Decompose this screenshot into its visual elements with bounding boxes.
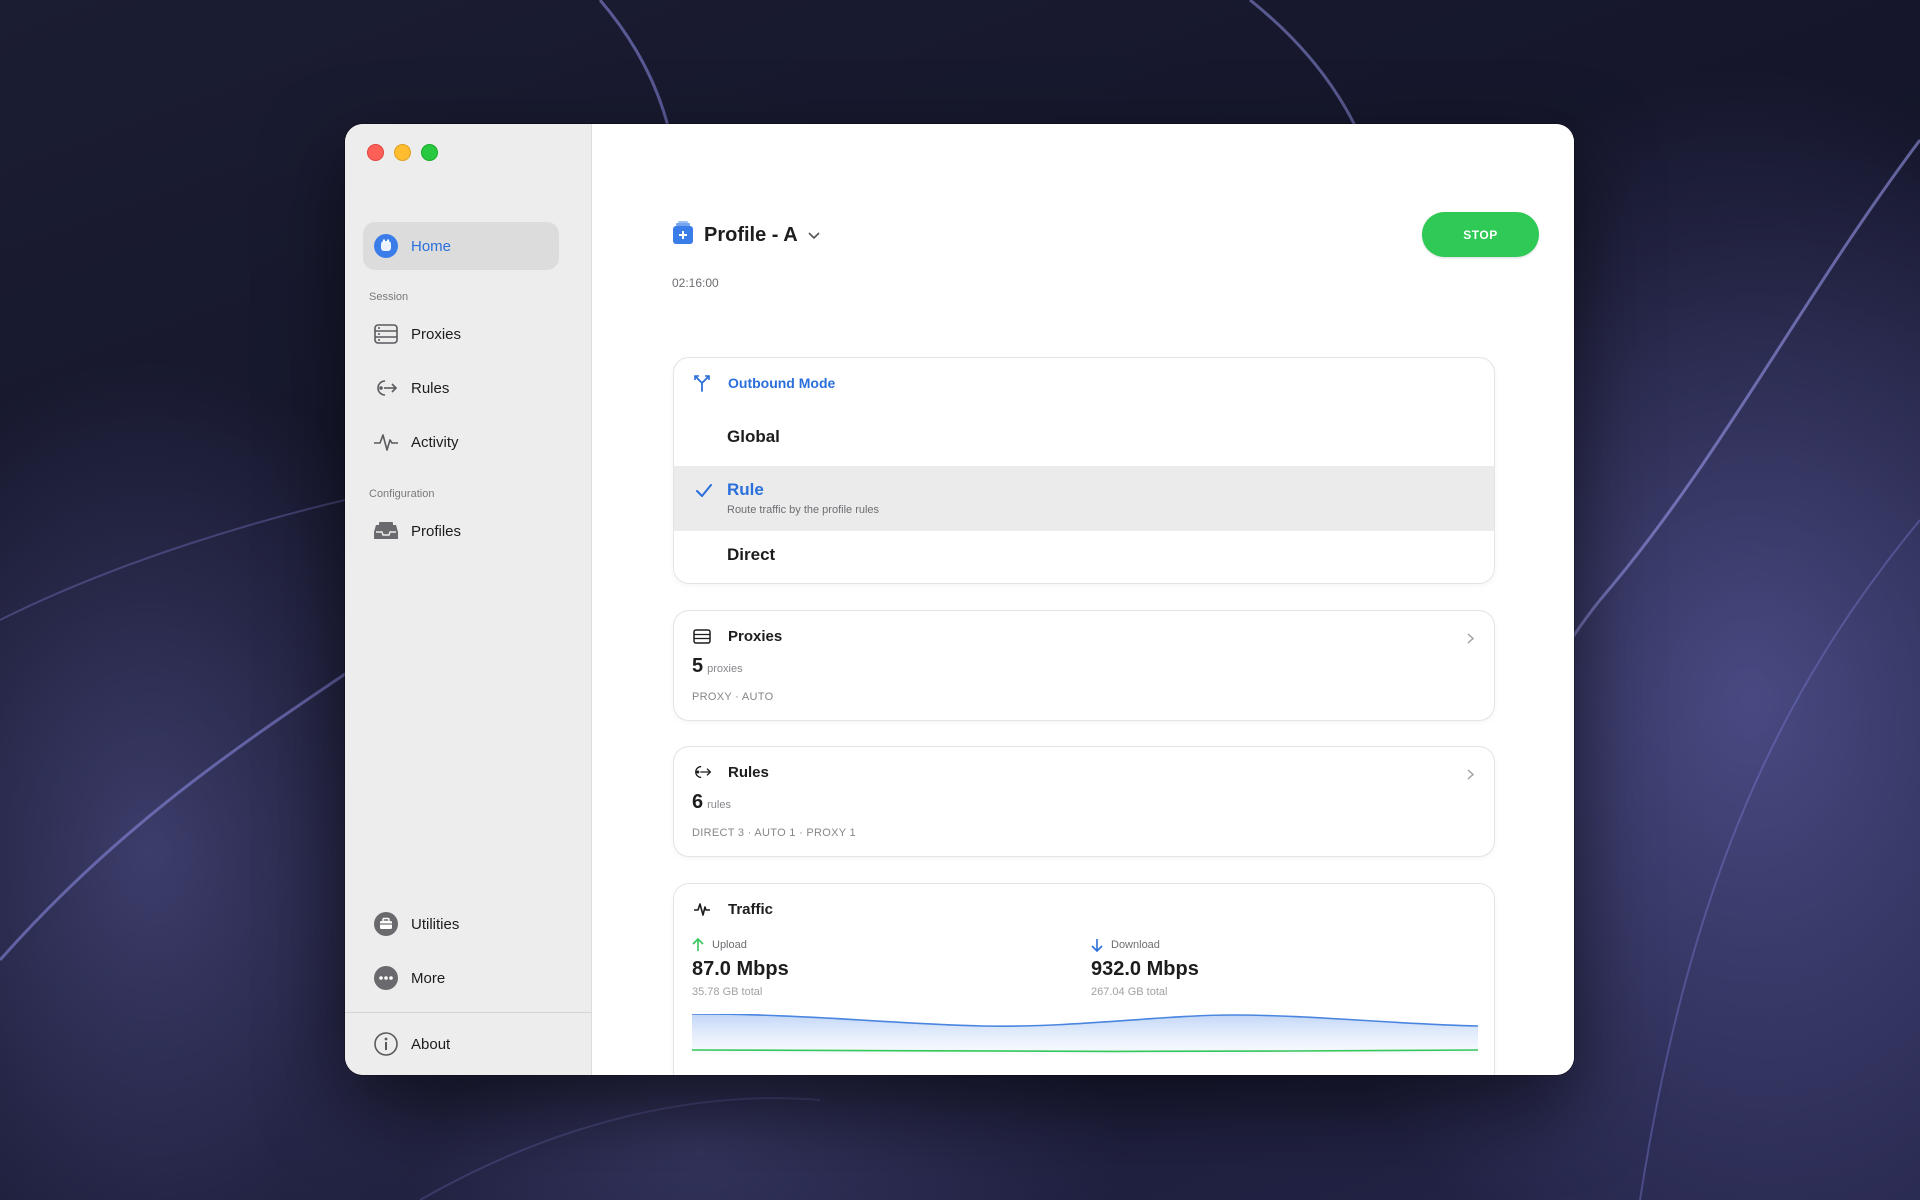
chevron-right-icon <box>1467 767 1475 785</box>
traffic-sparkline <box>692 1014 1478 1054</box>
download-stat: Download 932.0 Mbps 267.04 GB total <box>1091 938 1199 998</box>
zoom-window-button[interactable] <box>421 144 438 161</box>
traffic-card-title: Traffic <box>728 900 774 918</box>
upload-label-text: Upload <box>712 939 747 951</box>
rules-count-value: 6 <box>692 791 704 813</box>
download-label: Download <box>1091 938 1199 952</box>
outbound-mode-header: Outbound Mode <box>674 358 1494 408</box>
mode-option-global[interactable]: Global <box>674 412 1494 466</box>
proxies-summary: PROXY · AUTO <box>692 691 774 703</box>
route-arrow-icon <box>692 762 712 782</box>
stop-button[interactable]: STOP <box>1422 212 1539 257</box>
sidebar-item-label: Home <box>411 237 452 255</box>
proxies-count-unit: proxies <box>707 663 743 675</box>
sidebar-item-label: Profiles <box>411 522 462 540</box>
rules-card-title: Rules <box>728 763 769 781</box>
section-label-configuration: Configuration <box>369 488 435 500</box>
sidebar-item-home[interactable]: Home <box>363 222 559 270</box>
outbound-mode-title: Outbound Mode <box>728 375 836 391</box>
close-window-button[interactable] <box>367 144 384 161</box>
rules-count: 6 rules <box>692 791 731 814</box>
chevron-down-icon <box>808 227 820 245</box>
proxies-card-header: Proxies <box>674 611 1494 661</box>
upload-total: 35.78 GB total <box>692 986 763 998</box>
mode-option-label: Rule <box>727 480 764 499</box>
profile-icon <box>672 221 694 250</box>
proxies-card-title: Proxies <box>728 627 783 645</box>
sidebar-item-label: Proxies <box>411 325 462 343</box>
pulse-icon <box>692 899 712 919</box>
upload-label: Upload <box>692 938 789 952</box>
download-total: 267.04 GB total <box>1091 986 1168 998</box>
mode-option-label: Direct <box>727 545 776 564</box>
upload-rate: 87.0 Mbps <box>692 958 789 980</box>
proxies-card[interactable]: Proxies 5 proxies PROXY · AUTO <box>673 610 1495 721</box>
session-elapsed-time: 02:16:00 <box>672 276 719 290</box>
proxies-count: 5 proxies <box>692 655 743 678</box>
sidebar-item-label: Activity <box>411 433 459 451</box>
traffic-card-header: Traffic <box>674 884 1494 934</box>
arrow-down-icon <box>1091 939 1103 952</box>
profile-name: Profile - A <box>704 224 798 246</box>
sidebar-item-about[interactable]: About <box>363 1020 559 1068</box>
sidebar-item-utilities[interactable]: Utilities <box>363 900 559 948</box>
sidebar-item-label: About <box>411 1035 451 1053</box>
pulse-icon <box>373 429 399 455</box>
app-window: Home Session Proxies Rules Activity Conf… <box>345 124 1574 1075</box>
chevron-right-icon <box>1467 631 1475 649</box>
mode-option-label: Global <box>727 427 780 446</box>
sidebar: Home Session Proxies Rules Activity Conf… <box>345 124 592 1075</box>
section-label-session: Session <box>369 291 409 303</box>
mode-option-description: Route traffic by the profile rules <box>727 504 880 516</box>
rules-count-unit: rules <box>707 799 731 811</box>
window-controls <box>367 144 438 161</box>
branch-split-icon <box>692 373 712 393</box>
mode-option-direct[interactable]: Direct <box>674 531 1494 583</box>
download-label-text: Download <box>1111 939 1160 951</box>
profile-selector[interactable]: Profile - A <box>672 221 820 250</box>
traffic-card[interactable]: Traffic Upload 87.0 Mbps 35.78 GB total … <box>673 883 1495 1075</box>
server-rack-icon <box>692 626 712 646</box>
home-app-icon <box>373 233 399 259</box>
tray-icon <box>373 518 399 544</box>
toolbox-icon <box>373 911 399 937</box>
sidebar-divider <box>345 1012 591 1013</box>
proxies-count-value: 5 <box>692 655 704 677</box>
mode-option-rule[interactable]: Rule Route traffic by the profile rules <box>674 466 1494 531</box>
ellipsis-circle-icon <box>373 965 399 991</box>
sidebar-item-profiles[interactable]: Profiles <box>363 507 559 555</box>
sidebar-item-label: Rules <box>411 379 450 397</box>
sidebar-item-rules[interactable]: Rules <box>363 364 559 412</box>
route-arrow-icon <box>373 375 399 401</box>
rules-card[interactable]: Rules 6 rules DIRECT 3 · AUTO 1 · PROXY … <box>673 746 1495 857</box>
server-rack-icon <box>373 321 399 347</box>
sidebar-item-more[interactable]: More <box>363 954 559 1002</box>
rules-card-header: Rules <box>674 747 1494 797</box>
download-rate: 932.0 Mbps <box>1091 958 1199 980</box>
main-content: Profile - A 02:16:00 STOP Outbound Mode … <box>592 124 1574 1075</box>
checkmark-icon <box>696 484 712 503</box>
minimize-window-button[interactable] <box>394 144 411 161</box>
arrow-up-icon <box>692 938 704 951</box>
info-circle-icon <box>373 1031 399 1057</box>
outbound-mode-card: Outbound Mode Global Rule Route traffic … <box>673 357 1495 584</box>
rules-summary: DIRECT 3 · AUTO 1 · PROXY 1 <box>692 827 856 839</box>
sidebar-item-proxies[interactable]: Proxies <box>363 310 559 358</box>
sidebar-item-activity[interactable]: Activity <box>363 418 559 466</box>
sidebar-item-label: Utilities <box>411 915 460 933</box>
upload-stat: Upload 87.0 Mbps 35.78 GB total <box>692 938 789 998</box>
sidebar-item-label: More <box>411 969 446 987</box>
